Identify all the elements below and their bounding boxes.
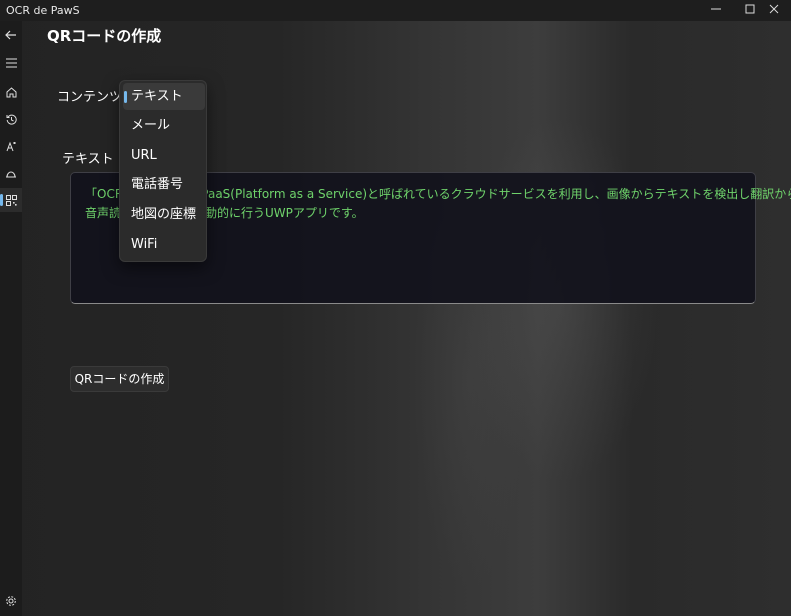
- history-icon: [6, 114, 17, 125]
- nav-item-translate[interactable]: [0, 134, 22, 158]
- nav-item-qr-code[interactable]: [0, 188, 22, 212]
- gear-icon: [6, 596, 16, 606]
- speaker-icon: [6, 170, 16, 177]
- menu-toggle-button[interactable]: [0, 51, 22, 75]
- translate-icon: [6, 141, 16, 151]
- close-button[interactable]: [757, 0, 791, 21]
- dropdown-option-url[interactable]: URL: [123, 142, 205, 169]
- dropdown-option-text[interactable]: テキスト: [123, 83, 205, 110]
- navigation-pane: [0, 21, 22, 616]
- create-qr-code-button[interactable]: QRコードの作成: [70, 366, 169, 392]
- nav-item-history[interactable]: [0, 107, 22, 131]
- maximize-icon: [745, 4, 755, 14]
- nav-item-settings[interactable]: [0, 589, 22, 613]
- nav-item-home[interactable]: [0, 80, 22, 104]
- title-bar: OCR de PawS: [0, 0, 791, 21]
- close-icon: [769, 4, 779, 14]
- back-button[interactable]: [0, 23, 22, 47]
- qr-code-icon: [5, 194, 17, 206]
- text-field-label: テキスト: [62, 152, 114, 167]
- minimize-button[interactable]: [699, 0, 733, 21]
- minimize-icon: [711, 8, 721, 10]
- page-title: QRコードの作成: [47, 27, 162, 45]
- dropdown-option-mail[interactable]: メール: [123, 112, 205, 139]
- home-icon: [6, 86, 16, 97]
- dropdown-option-wifi[interactable]: WiFi: [123, 231, 205, 258]
- nav-item-speech[interactable]: [0, 161, 22, 185]
- dropdown-option-map-coordinates[interactable]: 地図の座標: [123, 201, 205, 228]
- back-arrow-icon: [5, 30, 16, 40]
- content-type-dropdown[interactable]: テキスト メール URL 電話番号 地図の座標 WiFi: [119, 80, 207, 262]
- app-title: OCR de PawS: [6, 4, 80, 17]
- content-type-label: コンテンツ: [57, 90, 123, 105]
- dropdown-option-phone[interactable]: 電話番号: [123, 171, 205, 198]
- hamburger-menu-icon: [5, 58, 17, 68]
